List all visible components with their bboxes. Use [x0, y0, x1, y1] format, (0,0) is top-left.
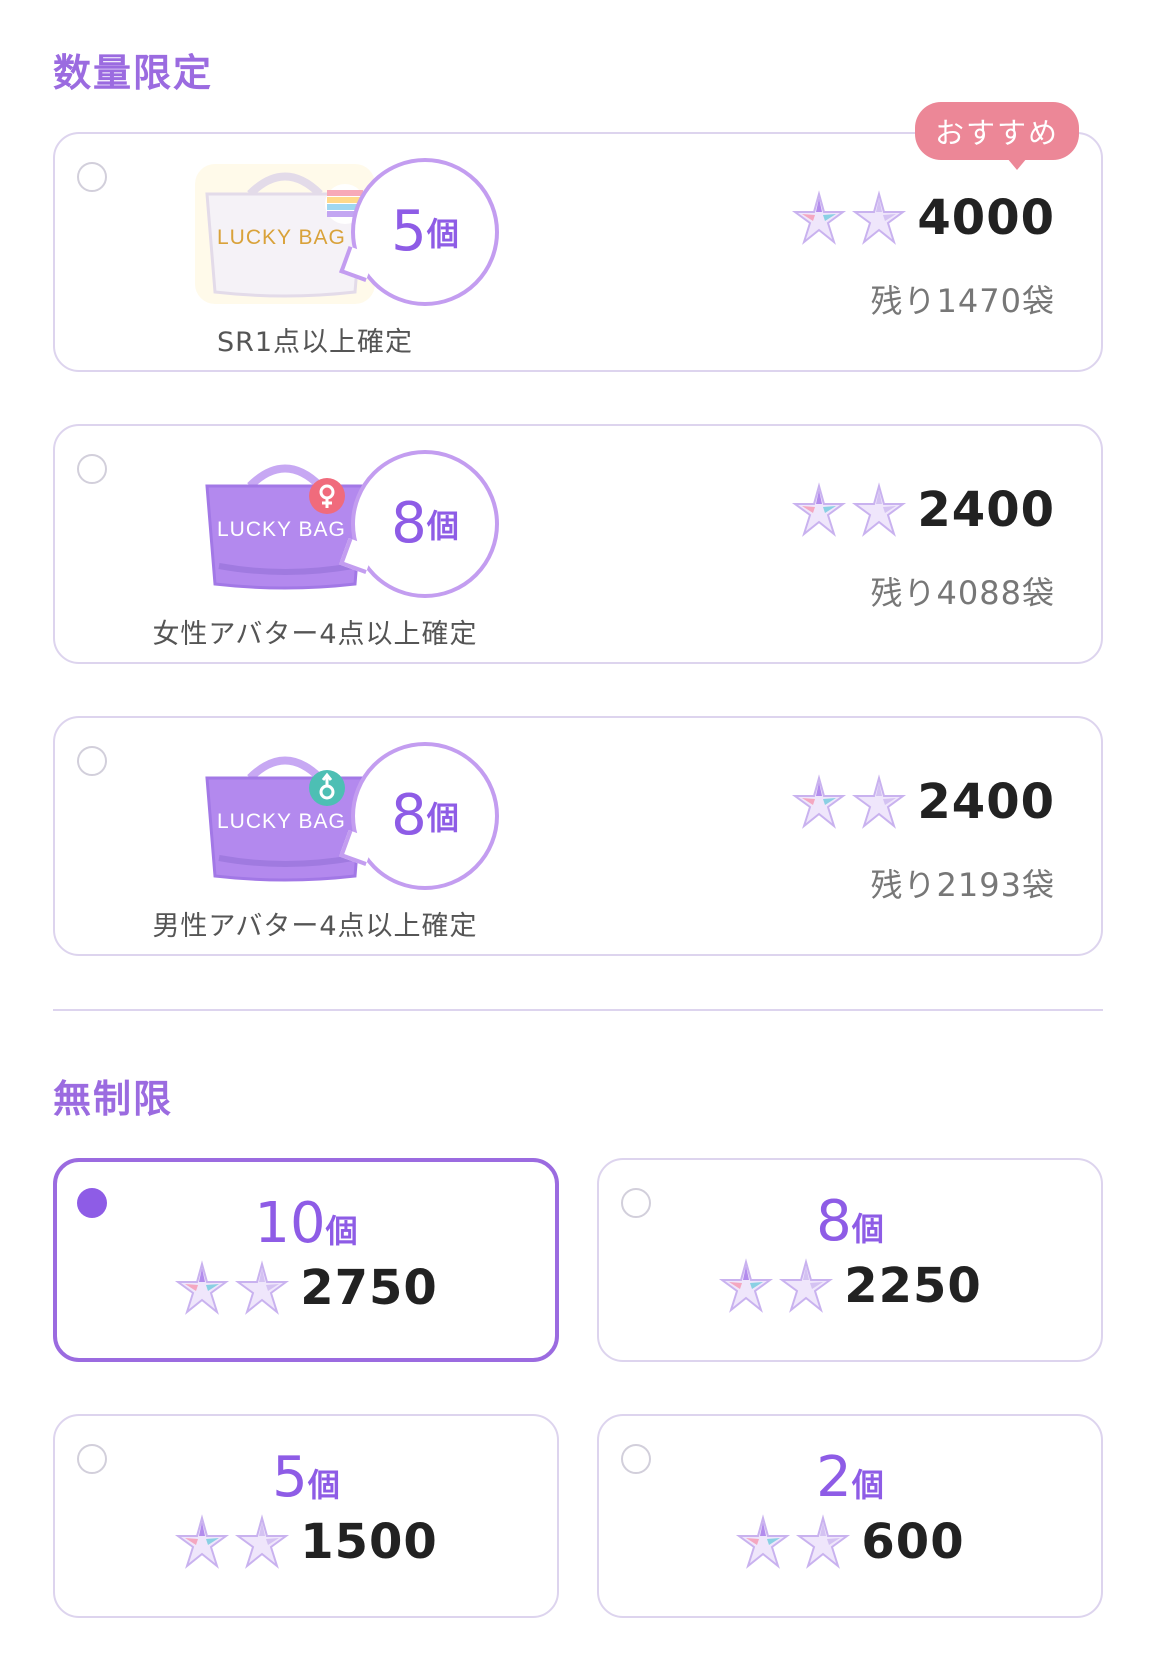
- quantity-bubble: 5個: [339, 158, 499, 306]
- remaining-count: 残り1470袋: [870, 282, 1055, 320]
- bag-label: LUCKY BAG: [217, 226, 346, 249]
- lucky-bag-icon: LUCKY BAG: [195, 164, 375, 304]
- quantity-unit: 個: [851, 1210, 884, 1248]
- price-row: 4000: [791, 190, 1055, 246]
- crystal-star-icon: [174, 1260, 230, 1316]
- quantity-unit: 個: [426, 799, 459, 837]
- section-title-unlimited: 無制限: [53, 1077, 174, 1121]
- guarantee-caption: 男性アバター4点以上確定: [152, 911, 478, 942]
- unlimited-option-10[interactable]: 10 個 2750: [53, 1158, 559, 1362]
- section-title-limited: 数量限定: [53, 51, 214, 95]
- radio-button[interactable]: [77, 746, 107, 776]
- quantity-number: 8: [391, 491, 427, 556]
- crystal-star-icon: [234, 1514, 290, 1570]
- quantity-number: 8: [816, 1189, 852, 1254]
- crystal-star-icon: [851, 190, 907, 246]
- quantity-number: 10: [254, 1191, 326, 1256]
- lucky-bag-icon: LUCKY BAG: [195, 748, 375, 888]
- crystal-star-icon: [778, 1258, 834, 1314]
- bag-label: LUCKY BAG: [217, 810, 346, 833]
- quantity-number: 2: [816, 1445, 852, 1510]
- unlimited-option-5[interactable]: 5個 1500: [53, 1414, 559, 1618]
- quantity-number: 5: [391, 199, 427, 264]
- limited-option-female[interactable]: LUCKY BAG 8個 女性アバター4点以上確定 2400 残り4088袋: [53, 424, 1103, 664]
- quantity-unit: 個: [307, 1466, 340, 1504]
- bag-label: LUCKY BAG: [217, 518, 346, 541]
- limited-option-male[interactable]: LUCKY BAG 8個 男性アバター4点以上確定 2400 残り2193袋: [53, 716, 1103, 956]
- remaining-count: 残り4088袋: [870, 574, 1055, 612]
- price-value: 2400: [917, 482, 1055, 538]
- crystal-star-icon: [735, 1514, 791, 1570]
- section-divider: [53, 1009, 1103, 1011]
- unlimited-option-2[interactable]: 2個 600: [597, 1414, 1103, 1618]
- quantity-number: 8: [391, 783, 427, 848]
- price-row: 2400: [791, 774, 1055, 830]
- quantity-bubble: 8個: [339, 450, 499, 598]
- price-value: 2250: [844, 1258, 982, 1314]
- crystal-star-icon: [851, 774, 907, 830]
- remaining-count: 残り2193袋: [870, 866, 1055, 904]
- price-value: 4000: [917, 190, 1055, 246]
- crystal-star-icon: [851, 482, 907, 538]
- crystal-star-icon: [791, 774, 847, 830]
- lucky-bag-icon: LUCKY BAG: [195, 456, 375, 596]
- crystal-star-icon: [174, 1514, 230, 1570]
- guarantee-caption: 女性アバター4点以上確定: [152, 619, 478, 650]
- quantity-unit: 個: [426, 507, 459, 545]
- limited-option-sr[interactable]: おすすめ LUCKY BAG 5個 SR1点以上確定 4000 残り1470袋: [53, 102, 1103, 372]
- guarantee-caption: SR1点以上確定: [216, 327, 414, 358]
- quantity-bubble: 8個: [339, 742, 499, 890]
- price-value: 2750: [300, 1260, 438, 1316]
- quantity-unit: 個: [426, 215, 459, 253]
- recommended-badge: おすすめ: [914, 102, 1079, 170]
- quantity-unit: 個: [325, 1212, 358, 1250]
- crystal-star-icon: [791, 482, 847, 538]
- price-row: 2400: [791, 482, 1055, 538]
- crystal-star-icon: [795, 1514, 851, 1570]
- quantity-number: 5: [272, 1445, 308, 1510]
- price-value: 1500: [300, 1514, 438, 1570]
- quantity-unit: 個: [851, 1466, 884, 1504]
- radio-button[interactable]: [77, 162, 107, 192]
- crystal-star-icon: [791, 190, 847, 246]
- radio-button[interactable]: [77, 454, 107, 484]
- price-value: 2400: [917, 774, 1055, 830]
- crystal-star-icon: [718, 1258, 774, 1314]
- price-value: 600: [861, 1514, 965, 1570]
- unlimited-option-8[interactable]: 8個 2250: [597, 1158, 1103, 1362]
- recommended-badge-label: おすすめ: [934, 116, 1059, 150]
- crystal-star-icon: [234, 1260, 290, 1316]
